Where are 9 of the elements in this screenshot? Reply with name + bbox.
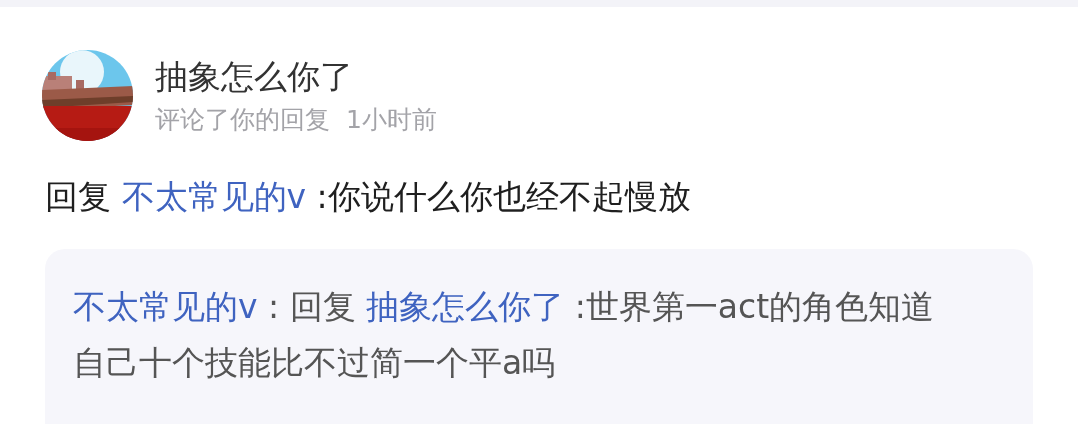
timestamp: 1小时前 <box>346 103 437 136</box>
notification-action: 评论了你的回复 <box>155 103 330 136</box>
user-name[interactable]: 抽象怎么你了 <box>155 55 437 98</box>
quoted-comment-text: 不太常见的v : 回复 抽象怎么你了 :世界第一act的角色知道自己十个技能比不过简一个平a吗 <box>73 286 936 384</box>
quoted-comment-card[interactable]: 不太常见的v : 回复 抽象怎么你了 :世界第一act的角色知道自己十个技能比不过简一个平a吗 <box>45 249 1033 424</box>
mention-link[interactable]: 抽象怎么你了 <box>366 287 565 326</box>
author-link[interactable]: 不太常见的v <box>73 287 258 326</box>
mention-link[interactable]: 不太常见的v <box>121 177 307 216</box>
reply-text: 回复 不太常见的v :你说什么你也经不起慢放 <box>45 176 692 218</box>
